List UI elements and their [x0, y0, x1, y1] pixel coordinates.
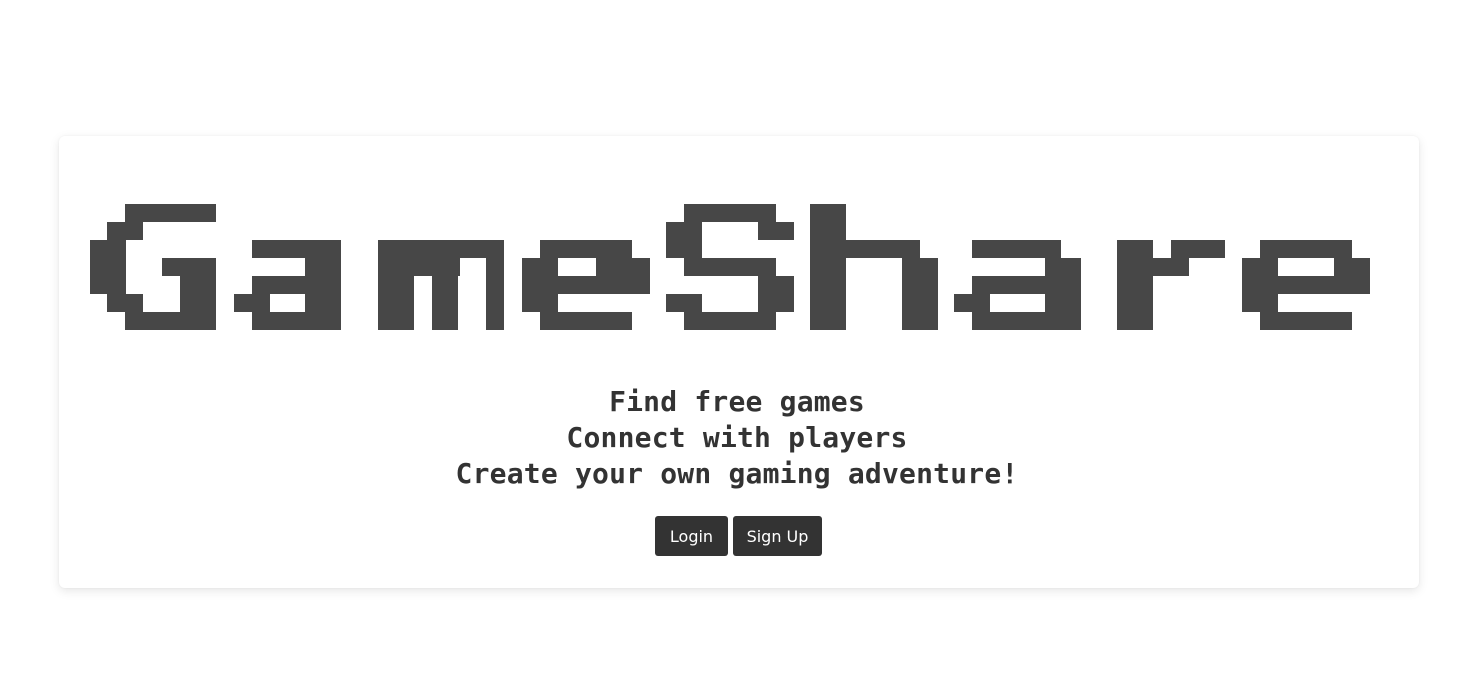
gameshare-logo: [90, 204, 1370, 330]
auth-buttons: Login Sign Up: [655, 516, 822, 556]
tagline-line-2: Connect with players: [566, 421, 908, 454]
login-button[interactable]: Login: [655, 516, 728, 556]
tagline-line-1: Find free games: [609, 385, 865, 418]
tagline: Find free games Connect with players Cre…: [0, 384, 1474, 492]
signup-button[interactable]: Sign Up: [733, 516, 822, 556]
tagline-line-3: Create your own gaming adventure!: [455, 457, 1019, 490]
